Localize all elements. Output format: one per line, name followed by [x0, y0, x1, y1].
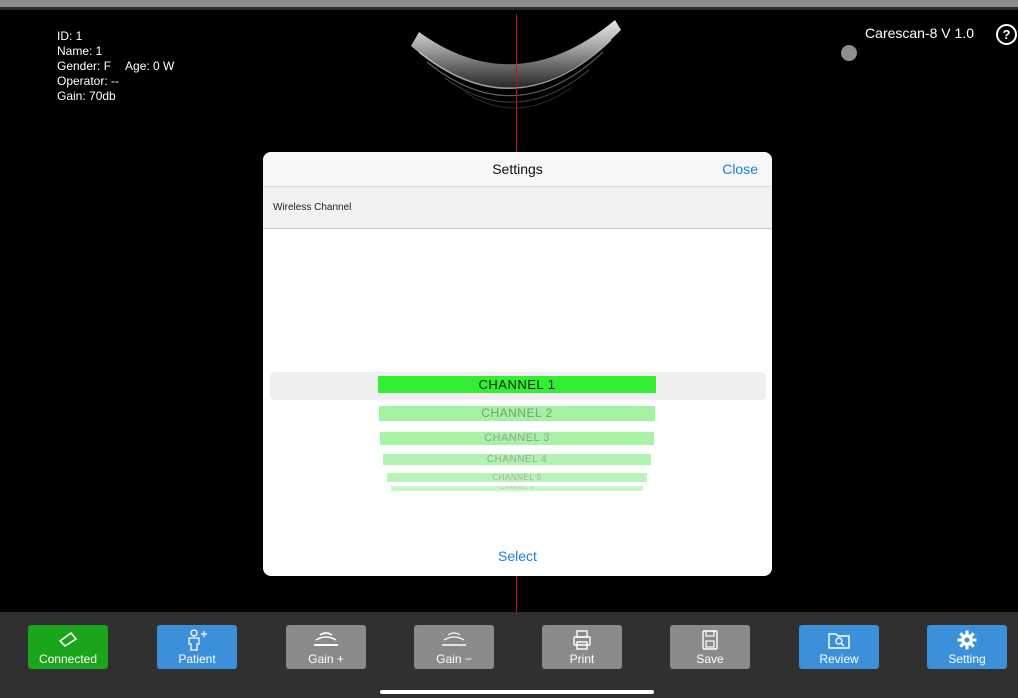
connected-button[interactable]: Connected [28, 625, 108, 669]
save-button[interactable]: Save [670, 625, 750, 669]
bottom-toolbar: Connected Patient Gain + Gain − Print Sa… [0, 612, 1018, 698]
patient-age: Age: 0 W [125, 59, 175, 73]
patient-operator: Operator: -- [57, 74, 120, 88]
connected-label: Connected [38, 652, 98, 666]
gear-icon [927, 629, 1007, 651]
close-button[interactable]: Close [722, 161, 758, 177]
print-label: Print [569, 652, 595, 666]
wireless-channel-label: Wireless Channel [273, 202, 352, 213]
top-status-strip-shadow [0, 7, 1018, 10]
printer-icon [542, 629, 622, 651]
setting-button[interactable]: Setting [927, 625, 1007, 669]
gain-down-icon [414, 629, 494, 651]
gain-plus-button[interactable]: Gain + [286, 625, 366, 669]
channel-option-5[interactable]: CHANNEL 5 [387, 473, 647, 482]
gain-plus-label: Gain + [308, 652, 344, 666]
gain-minus-label: Gain − [436, 652, 472, 666]
patient-gender: Gender: F [57, 59, 112, 73]
home-indicator[interactable] [380, 690, 654, 694]
channel-option-1[interactable]: CHANNEL 1 [378, 376, 656, 393]
patient-gain: Gain: 70db [57, 89, 116, 103]
channel-option-4[interactable]: CHANNEL 4 [383, 454, 651, 465]
patient-id: ID: 1 [57, 29, 83, 43]
top-status-strip [0, 0, 1018, 7]
settings-title: Settings [492, 161, 543, 177]
save-label: Save [696, 652, 724, 666]
patient-gender-age: Gender: F Age: 0 W [57, 59, 174, 74]
probe-icon [28, 629, 108, 651]
channel-option-6[interactable]: CHANNEL 6 [391, 486, 643, 491]
patient-info: ID: 1 Name: 1 Gender: F Age: 0 W Operator… [57, 29, 174, 104]
setting-label: Setting [948, 652, 986, 666]
channel-option-3[interactable]: CHANNEL 3 [380, 432, 654, 445]
gain-up-icon [286, 629, 366, 651]
patient-label: Patient [178, 652, 216, 666]
add-patient-icon [157, 629, 237, 651]
print-button[interactable]: Print [542, 625, 622, 669]
patient-name: Name: 1 [57, 44, 103, 58]
select-button[interactable]: Select [263, 548, 772, 564]
channel-option-2[interactable]: CHANNEL 2 [379, 406, 655, 421]
question-circle-icon[interactable]: ? [996, 24, 1017, 45]
status-indicator-dot [841, 45, 857, 61]
settings-dialog: Settings Close Wireless Channel CHANNEL … [263, 152, 772, 576]
gain-minus-button[interactable]: Gain − [414, 625, 494, 669]
wireless-channel-section: Wireless Channel [263, 187, 772, 229]
folder-search-icon [799, 629, 879, 651]
review-label: Review [819, 652, 859, 666]
patient-button[interactable]: Patient [157, 625, 237, 669]
review-button[interactable]: Review [799, 625, 879, 669]
settings-dialog-header: Settings Close [263, 152, 772, 187]
floppy-disk-icon [670, 629, 750, 651]
device-version: Carescan-8 V 1.0 [865, 25, 974, 41]
